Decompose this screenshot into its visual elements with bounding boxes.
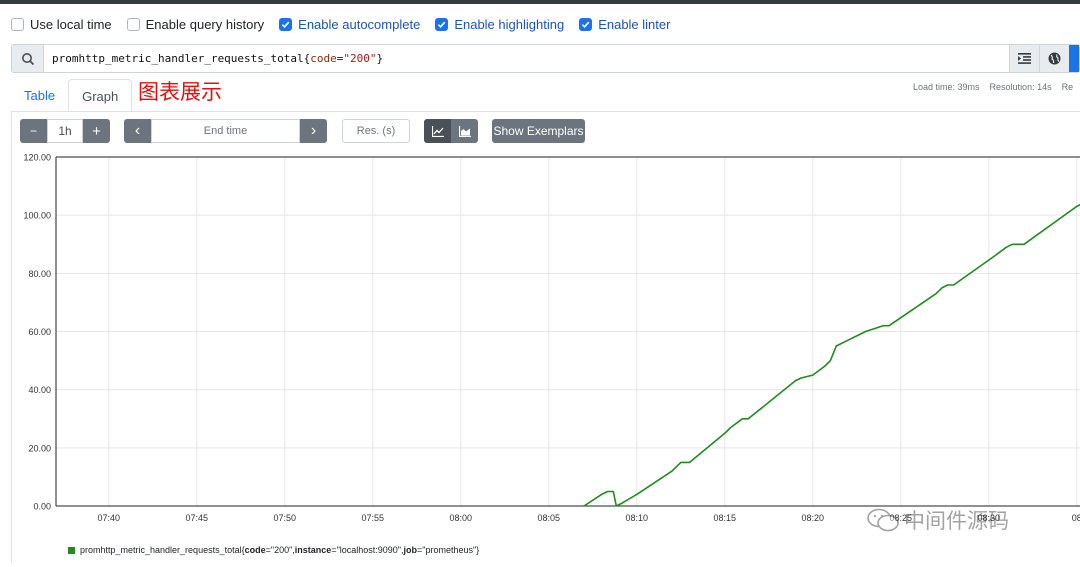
option-label: Enable highlighting	[454, 16, 565, 32]
x-tick-label: 08:00	[450, 513, 473, 523]
top-navbar	[0, 0, 1080, 4]
option-use-local-time[interactable]: Use local time	[11, 17, 112, 32]
legend-swatch	[68, 546, 75, 554]
watermark: 中间件源码	[866, 505, 1009, 535]
format-expression-button[interactable]	[1009, 45, 1039, 72]
chart-type-toggle	[424, 119, 478, 143]
graph-chart: 120.00 100.00 80.00 60.00 40.00 20.00 0.00 07:4…	[11, 149, 1080, 529]
x-tick-label: 08:10	[626, 513, 649, 523]
area-chart-icon	[458, 125, 471, 137]
x-tick-label: 07:45	[186, 513, 209, 523]
execute-button[interactable]	[1069, 45, 1079, 72]
checkbox-checked[interactable]	[435, 17, 449, 31]
option-enable-linter[interactable]: Enable linter	[579, 17, 670, 32]
x-tick-label: 07:55	[362, 513, 385, 523]
legend-value-instance: ="localhost:9090",	[331, 545, 404, 555]
y-tick-label: 20.00	[28, 443, 51, 453]
x-tick-label: 08	[1072, 513, 1080, 523]
option-enable-highlighting[interactable]: Enable highlighting	[435, 17, 564, 32]
brace-close: }	[376, 52, 384, 65]
option-enable-autocomplete[interactable]: Enable autocomplete	[279, 17, 420, 32]
option-enable-query-history[interactable]: Enable query history	[126, 16, 265, 32]
metric-name: promhttp_metric_handler_requests_total	[52, 52, 304, 65]
chart-svg: 120.00 100.00 80.00 60.00 40.00 20.00 0.00 07:4…	[23, 153, 1080, 523]
query-stats: Load time: 39ms Resolution: 14s Re	[913, 82, 1080, 92]
resolution-control: Res. (s)	[342, 119, 410, 143]
load-time: Load time: 39ms	[913, 82, 980, 92]
query-options: Use local time Enable query history Enab…	[11, 14, 685, 34]
legend-key-instance: instance	[294, 545, 332, 555]
line-chart-icon	[431, 125, 444, 137]
annotation-label: 图表展示	[138, 80, 222, 104]
line-chart-button[interactable]	[424, 119, 451, 143]
check-icon	[281, 21, 290, 28]
label-name: code	[310, 52, 337, 65]
increase-range-button[interactable]: +	[83, 119, 110, 143]
legend-value-code: ="200",	[265, 545, 295, 555]
result-series: Re	[1061, 82, 1074, 92]
tab-graph[interactable]: Graph	[68, 79, 133, 112]
previous-time-button[interactable]: ‹	[124, 119, 151, 143]
y-tick-label: 100.00	[23, 211, 51, 221]
check-icon	[581, 21, 590, 28]
y-tick-label: 0.00	[33, 502, 51, 512]
option-label: Enable autocomplete	[298, 16, 421, 32]
expression-input[interactable]: promhttp_metric_handler_requests_total{c…	[11, 44, 1080, 73]
search-icon	[12, 45, 44, 72]
resolution-input[interactable]: Res. (s)	[342, 119, 410, 143]
resolution: Resolution: 14s	[989, 82, 1052, 92]
end-time-control: ‹ End time ›	[124, 119, 327, 143]
option-label: Enable query history	[145, 16, 265, 32]
end-time-input[interactable]: End time	[151, 119, 300, 143]
wechat-icon	[867, 508, 899, 532]
x-tick-label: 08:20	[802, 513, 825, 523]
stacked-chart-button[interactable]	[451, 119, 478, 143]
panel-tabs: Table Graph	[11, 79, 133, 112]
legend-key-job: job	[403, 545, 418, 555]
x-tick-label: 08:15	[714, 513, 737, 523]
indent-icon	[1018, 53, 1031, 64]
legend-key-code: code	[244, 545, 266, 555]
metrics-explorer-button[interactable]	[1039, 45, 1069, 72]
x-tick-label: 08:05	[538, 513, 561, 523]
series-line	[583, 203, 1080, 507]
legend-value-job: ="prometheus"}	[417, 545, 480, 555]
checkbox-checked[interactable]	[279, 17, 293, 31]
option-label: Enable linter	[598, 16, 671, 32]
x-tick-label: 07:40	[98, 513, 121, 523]
y-tick-label: 120.00	[23, 153, 51, 163]
label-value: "200"	[343, 52, 377, 65]
option-label: Use local time	[30, 16, 112, 32]
checkbox[interactable]	[11, 17, 24, 31]
y-tick-label: 80.00	[28, 269, 51, 279]
chart-legend[interactable]: promhttp_metric_handler_requests_total{c…	[68, 545, 479, 555]
checkbox[interactable]	[126, 17, 140, 31]
range-control: − 1h +	[20, 119, 110, 143]
y-tick-label: 40.00	[28, 385, 51, 395]
range-input[interactable]: 1h	[47, 119, 83, 143]
expression-text[interactable]: promhttp_metric_handler_requests_total{c…	[44, 45, 1009, 72]
next-time-button[interactable]: ›	[300, 119, 327, 143]
decrease-range-button[interactable]: −	[20, 119, 47, 143]
globe-icon	[1048, 52, 1061, 65]
tab-table[interactable]: Table	[11, 79, 68, 112]
x-tick-label: 07:50	[274, 513, 297, 523]
show-exemplars-button[interactable]: Show Exemplars	[492, 119, 585, 143]
check-icon	[438, 21, 446, 28]
checkbox-checked[interactable]	[579, 17, 593, 31]
legend-prefix: promhttp_metric_handler_requests_total{	[80, 545, 245, 555]
watermark-text: 中间件源码	[904, 509, 1009, 533]
exemplars-control: Show Exemplars	[492, 119, 585, 143]
y-tick-label: 60.00	[28, 327, 51, 337]
